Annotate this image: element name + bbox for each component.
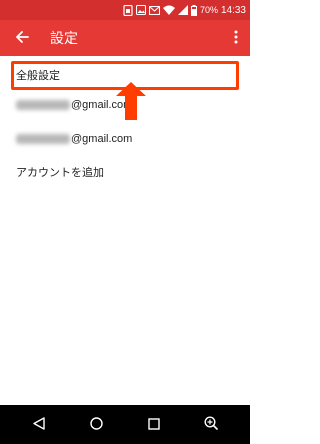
general-settings-label: 全般設定 — [16, 69, 60, 82]
home-circle-icon — [90, 415, 103, 434]
account-email-2: @gmail.com — [71, 133, 133, 145]
add-account-item[interactable]: アカウントを追加 — [0, 157, 250, 187]
more-options-button[interactable] — [222, 20, 250, 56]
battery-icon — [190, 4, 197, 16]
zoom-icon — [204, 415, 219, 434]
nav-zoom-button[interactable] — [196, 410, 226, 440]
back-button[interactable] — [4, 20, 40, 56]
recents-square-icon — [148, 415, 160, 434]
sim-icon — [123, 4, 133, 16]
gmail-icon — [148, 5, 160, 15]
battery-percent: 70% — [199, 5, 218, 15]
add-account-label: アカウントを追加 — [16, 166, 104, 179]
navigation-bar — [0, 405, 250, 444]
blurred-email-prefix — [16, 134, 70, 144]
back-triangle-icon — [33, 415, 45, 434]
wifi-icon — [162, 5, 175, 15]
nav-home-button[interactable] — [81, 410, 111, 440]
nav-recents-button[interactable] — [139, 410, 169, 440]
clock: 14:33 — [220, 4, 246, 16]
signal-icon — [177, 5, 188, 15]
up-arrow-icon — [116, 82, 146, 120]
account-item-2[interactable]: @gmail.com — [0, 124, 250, 154]
status-bar: 70% 14:33 — [0, 0, 250, 20]
more-vert-icon — [234, 29, 238, 48]
status-right-icons: 70% 14:33 — [123, 4, 246, 16]
app-bar: 設定 — [0, 20, 250, 56]
page-title: 設定 — [50, 31, 78, 47]
arrow-left-icon — [15, 29, 29, 48]
photo-icon — [135, 5, 146, 15]
blurred-email-prefix — [16, 100, 70, 110]
nav-back-button[interactable] — [24, 410, 54, 440]
